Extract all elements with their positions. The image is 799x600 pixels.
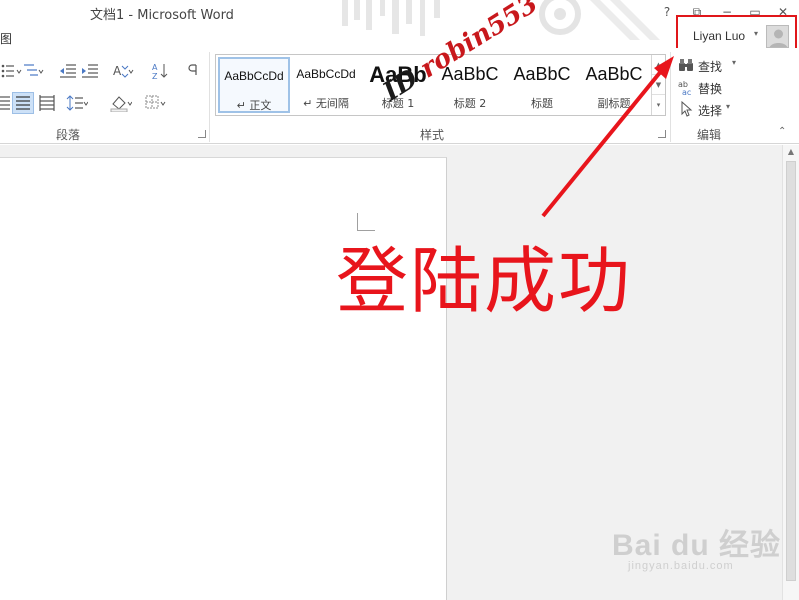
style-subtitle[interactable]: AaBbC 副标题 <box>578 57 650 113</box>
styles-dialog-launcher[interactable] <box>658 130 666 138</box>
style-subtitle-sample: AaBbC <box>585 64 643 84</box>
chevron-down-icon[interactable]: ▾ <box>732 58 736 67</box>
svg-text:ac: ac <box>682 88 691 95</box>
replace-icon: ab ac <box>678 79 694 97</box>
style-no-spacing-label: ↵ 无间隔 <box>303 97 349 110</box>
find-label: 查找 <box>698 60 723 74</box>
scrollbar-thumb[interactable] <box>786 161 796 581</box>
style-normal[interactable]: AaBbCcDd ↵ 正文 <box>218 57 290 113</box>
help-button[interactable]: ? <box>658 3 676 21</box>
select-label: 选择 <box>698 104 723 118</box>
styles-gallery-scroll[interactable]: ▲ ▼ ▾ <box>651 55 665 115</box>
style-title-label: 标题 <box>531 97 553 110</box>
binoculars-icon <box>678 57 694 73</box>
sort-icon[interactable]: AZ <box>150 62 172 81</box>
borders-icon[interactable] <box>144 94 166 112</box>
svg-text:A: A <box>113 64 122 78</box>
style-no-spacing-sample: AaBbCcDd <box>296 67 356 81</box>
svg-text:Z: Z <box>152 72 158 80</box>
vertical-scrollbar[interactable]: ▲ <box>782 145 799 600</box>
paragraph-group-label: 段落 <box>56 128 81 142</box>
paragraph-dialog-launcher[interactable] <box>198 130 206 138</box>
bullets-icon[interactable] <box>0 62 22 80</box>
chevron-down-icon[interactable]: ▾ <box>726 102 730 111</box>
line-spacing-icon[interactable] <box>66 94 89 112</box>
style-no-spacing[interactable]: AaBbCcDd ↵ 无间隔 <box>290 57 362 113</box>
style-normal-label: ↵ 正文 <box>236 99 272 112</box>
chevron-down-icon[interactable]: ▾ <box>754 29 758 38</box>
multilevel-list-icon[interactable] <box>22 62 44 80</box>
chevron-up-icon[interactable]: ▲ <box>652 55 665 75</box>
show-formatting-icon[interactable] <box>182 62 204 80</box>
style-subtitle-label: 副标题 <box>597 97 631 110</box>
shading-icon[interactable] <box>110 94 133 113</box>
group-divider <box>209 52 210 142</box>
increase-indent-icon[interactable] <box>80 62 102 80</box>
cursor-icon <box>678 100 694 117</box>
styles-group-label: 样式 <box>420 128 445 142</box>
account-user-name[interactable]: Liyan Luo <box>693 29 745 43</box>
tab-view[interactable]: 图 <box>0 30 12 47</box>
svg-text:A: A <box>152 63 158 72</box>
avatar[interactable] <box>766 25 789 48</box>
decrease-indent-icon[interactable] <box>58 62 80 80</box>
distributed-icon[interactable] <box>38 94 60 112</box>
baidu-url: jingyan.baidu.com <box>628 560 734 572</box>
style-heading-2-label: 标题 2 <box>453 97 487 110</box>
baidu-jingyan-watermark: Bai du 经验 jingyan.baidu.com <box>612 520 782 572</box>
baidu-logo: Bai du 经验 <box>612 529 782 562</box>
window-title: 文档1 - Microsoft Word <box>90 8 234 23</box>
justify-icon[interactable] <box>12 92 34 114</box>
group-divider <box>670 52 671 142</box>
collapse-ribbon-icon[interactable]: ⌃ <box>778 126 786 137</box>
editing-group-label: 编辑 <box>697 128 722 142</box>
style-title[interactable]: AaBbC 标题 <box>506 57 578 113</box>
style-title-sample: AaBbC <box>513 64 571 84</box>
scroll-up-icon[interactable]: ▲ <box>783 147 799 159</box>
login-success-annotation: 登陆成功 <box>336 239 633 323</box>
replace-label: 替换 <box>698 82 723 96</box>
style-normal-sample: AaBbCcDd <box>224 69 284 83</box>
more-styles-icon[interactable]: ▾ <box>652 95 665 115</box>
chinese-layout-icon[interactable]: A <box>112 62 134 80</box>
chevron-down-icon[interactable]: ▼ <box>652 75 665 95</box>
